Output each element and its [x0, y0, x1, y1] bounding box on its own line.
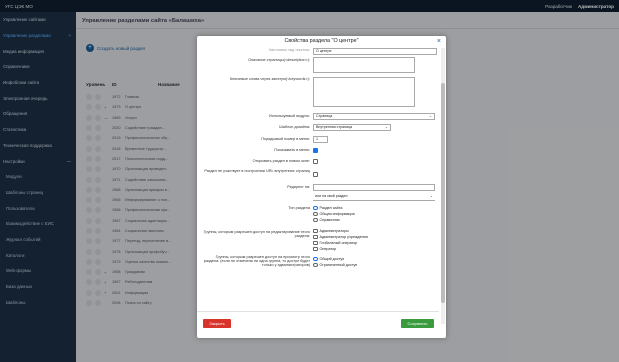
keywords-textarea[interactable]	[313, 77, 415, 107]
module-label: Используемый модуль:	[268, 114, 310, 118]
description-label: Описание страницы(<description>):	[248, 58, 310, 62]
radio-selected	[313, 256, 318, 262]
heading-input[interactable]: О центре	[313, 48, 437, 55]
chevron-down-icon: ⌄	[428, 114, 432, 118]
dialog-title: Свойства раздела "О центре"	[284, 38, 359, 44]
order-label: Порядковый номер в меню:	[261, 137, 310, 141]
option-label: Справочник	[319, 218, 340, 222]
edit-groups-label: Группы, которым разрешен доступ на редак…	[203, 230, 310, 238]
type-option-directory[interactable]: Справочник	[313, 217, 355, 223]
option-label: Глобальный оператор	[319, 241, 358, 245]
no-url-label: Раздел не участвует в построении URL вну…	[204, 169, 310, 173]
close-button[interactable]: Закрыть	[203, 319, 231, 328]
divider	[197, 311, 439, 312]
edit-groups-list: Администраторы Администратор учреждения …	[313, 228, 368, 252]
description-textarea[interactable]	[313, 57, 415, 73]
redirect-label: Редирект на:	[287, 185, 310, 189]
radio	[313, 262, 318, 268]
order-input[interactable]: 1	[313, 136, 328, 143]
chevron-down-icon: ⌄	[429, 194, 433, 198]
section-type-group: Раздел сайта Общая информация Справочник	[313, 205, 355, 223]
heading-label: Заголовок над текстом:	[268, 48, 310, 52]
no-url-checkbox[interactable]	[313, 172, 318, 177]
checkbox	[313, 228, 318, 234]
radio	[313, 217, 318, 223]
show-in-menu-label: Показывать в меню:	[274, 148, 310, 152]
checkbox	[313, 246, 318, 252]
keywords-label: Ключевые слова через запятую(<keywords>)…	[229, 77, 310, 81]
section-properties-dialog: Свойства раздела "О центре" × Заголовок …	[197, 36, 446, 338]
redirect-section-select[interactable]: или на свой раздел: ⌄	[313, 194, 435, 201]
option-label: Общая информация	[319, 212, 355, 216]
edit-group-operator[interactable]: Оператор	[313, 246, 368, 252]
option-label: Оператор	[319, 247, 337, 251]
scrollbar-thumb[interactable]	[441, 83, 445, 303]
new-window-checkbox[interactable]	[313, 159, 318, 164]
option-label: Общий доступ	[319, 257, 345, 261]
save-button[interactable]: Сохранить	[401, 319, 434, 328]
module-selected-value: Страница	[316, 114, 333, 118]
checkbox	[313, 234, 318, 240]
option-label: Ограниченный доступ	[319, 263, 358, 267]
new-window-label: Открывать раздел в новом окне:	[252, 159, 310, 163]
radio-selected	[313, 205, 318, 211]
view-groups-label: Группы, которым разрешен доступ на просм…	[203, 255, 310, 267]
module-select[interactable]: Страница ⌄	[313, 113, 435, 120]
option-label: Администратор учреждения	[319, 235, 368, 239]
show-in-menu-checkbox[interactable]	[313, 148, 318, 153]
radio	[313, 211, 318, 217]
checkbox	[313, 240, 318, 246]
dialog-scrollbar[interactable]	[441, 48, 445, 324]
redirect-input[interactable]	[313, 184, 435, 191]
dialog-body: Заголовок над текстом: О центре Описание…	[197, 47, 439, 338]
option-label: Администраторы	[319, 229, 349, 233]
view-option-restricted[interactable]: Ограниченный доступ	[313, 262, 357, 268]
close-icon[interactable]: ×	[437, 37, 441, 46]
view-access-group: Общий доступ Ограниченный доступ	[313, 256, 357, 268]
section-type-label: Тип раздела	[288, 206, 310, 210]
option-label: Раздел сайта	[319, 206, 343, 210]
redirect-alt-label: или на свой раздел:	[315, 194, 349, 198]
template-select[interactable]: Внутренняя страница ⌄	[313, 124, 391, 131]
template-selected-value: Внутренняя страница	[316, 125, 353, 129]
chevron-down-icon: ⌄	[384, 125, 388, 129]
template-label: Шаблон дизайна:	[279, 125, 310, 129]
